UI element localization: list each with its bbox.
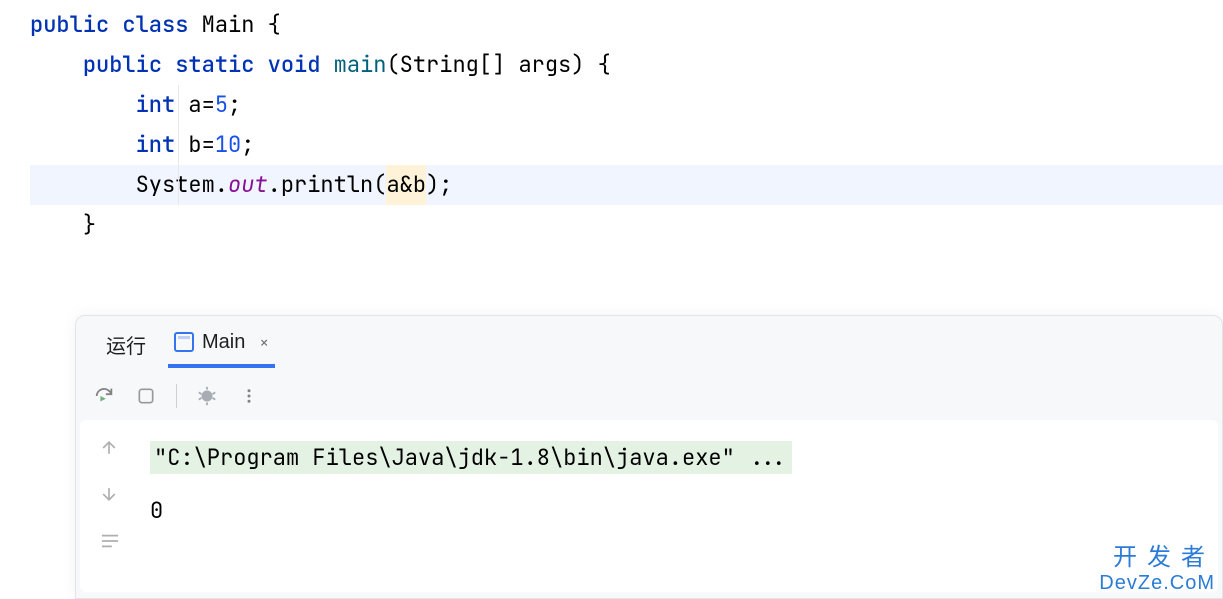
output-command: "C:\Program Files\Java\jdk-1.8\bin\java.… <box>150 441 792 474</box>
code-line-3[interactable]: int a=5; <box>30 85 1223 125</box>
method-name: main <box>334 45 387 85</box>
close-icon[interactable]: × <box>253 332 269 353</box>
output-line-1: "C:\Program Files\Java\jdk-1.8\bin\java.… <box>150 432 1208 485</box>
panel-tab-bar: 运行 Main × <box>76 316 1222 372</box>
number-literal: 5 <box>215 85 228 125</box>
console-gutter <box>80 420 140 592</box>
tab-main-label: Main <box>202 331 245 354</box>
code-line-5[interactable]: System.out.println(a&b); <box>30 165 1223 205</box>
code-line-6[interactable]: } <box>30 205 1223 245</box>
debug-icon[interactable] <box>195 384 219 408</box>
class-name: Main <box>202 5 255 45</box>
stop-icon[interactable] <box>134 384 158 408</box>
semicolon: ; <box>241 125 254 165</box>
method-call: .println( <box>268 165 387 205</box>
keyword-static: static <box>175 45 254 85</box>
run-tool-window: 运行 Main × <box>75 315 1223 599</box>
keyword-class: class <box>122 5 188 45</box>
keyword-void: void <box>268 45 321 85</box>
soft-wrap-icon[interactable] <box>99 528 121 550</box>
app-icon <box>174 332 194 352</box>
watermark: 开发者 DevZe.CoM <box>1099 537 1215 595</box>
toolbar-divider <box>176 384 177 408</box>
brace-close: } <box>83 205 96 245</box>
arrow-down-icon[interactable] <box>99 482 121 504</box>
stmt-end: ); <box>426 165 452 205</box>
expr-args: a&b <box>386 165 426 205</box>
keyword-public: public <box>83 45 162 85</box>
console-area: "C:\Program Files\Java\jdk-1.8\bin\java.… <box>80 420 1218 592</box>
code-line-1[interactable]: public class Main { <box>30 5 1223 45</box>
number-literal: 10 <box>215 125 241 165</box>
console-output[interactable]: "C:\Program Files\Java\jdk-1.8\bin\java.… <box>140 420 1218 592</box>
run-toolbar <box>76 372 1222 420</box>
rerun-icon[interactable] <box>92 384 116 408</box>
code-line-2[interactable]: public static void main(String[] args) { <box>30 45 1223 85</box>
params: (String[] args) { <box>386 45 610 85</box>
keyword-int: int <box>136 85 176 125</box>
var-decl: b= <box>175 125 215 165</box>
run-label[interactable]: 运行 <box>96 322 156 367</box>
keyword-public: public <box>30 5 109 45</box>
output-line-2: 0 <box>150 485 1208 538</box>
keyword-int: int <box>136 125 176 165</box>
code-line-4[interactable]: int b=10; <box>30 125 1223 165</box>
tab-main[interactable]: Main × <box>168 321 275 368</box>
class-ref: System. <box>136 165 228 205</box>
more-icon[interactable] <box>237 384 261 408</box>
arrow-up-icon[interactable] <box>99 436 121 458</box>
watermark-cn: 开发者 <box>1099 537 1215 572</box>
watermark-en: DevZe.CoM <box>1099 572 1215 595</box>
var-decl: a= <box>175 85 215 125</box>
code-editor[interactable]: public class Main { public static void m… <box>0 0 1223 245</box>
brace-open: { <box>268 5 281 45</box>
field-out: out <box>228 165 268 205</box>
semicolon: ; <box>228 85 241 125</box>
